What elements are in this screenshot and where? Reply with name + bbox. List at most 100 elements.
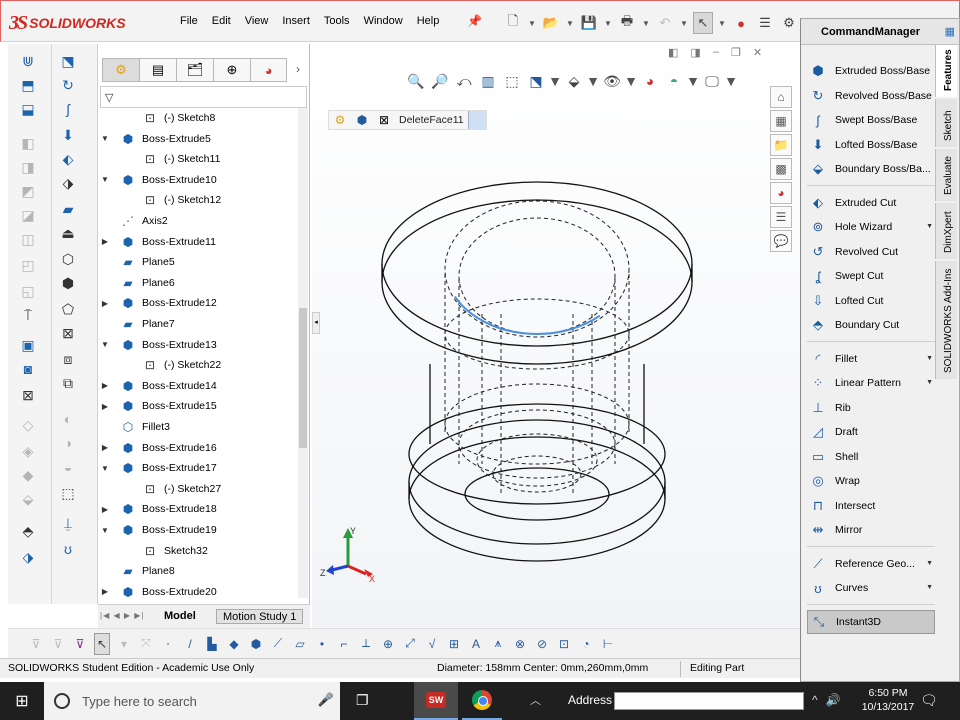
tab-evaluate[interactable]: Evaluate [935,149,957,201]
new-document-icon[interactable]: 🗋 [503,12,523,34]
collapse-arrow-icon[interactable]: ▼ [100,134,110,143]
select-tool-icon[interactable]: ↖ [94,632,110,655]
forming-tool-icon[interactable]: ▣ [18,336,38,354]
volume-icon[interactable]: 🔊 [826,693,841,707]
filter-icon-3[interactable]: ⊽ [72,633,88,655]
taskbar-solidworks-app[interactable]: SW [414,682,458,720]
tab-slot-icon[interactable]: ◙ [18,360,38,378]
command-lofted-boss[interactable]: ⬇ Lofted Boss/Base [807,133,935,158]
no-bends-icon[interactable]: ◇ [18,416,38,434]
revolve-feature-icon[interactable]: ↻ [58,76,78,94]
viewport-next-icon[interactable]: ◨ [690,46,700,59]
sweep-feature-icon[interactable]: ʃ [58,100,78,118]
view-orientation-icon[interactable]: ⬔ [526,70,546,92]
intersect-feature-icon[interactable]: ◑ [58,434,78,452]
tree-item[interactable]: ▼ ⬢ Boss-Extrude19 [98,520,298,540]
command-manager-pin-icon[interactable]: ▦ [945,25,955,38]
toolbar-expand-icon[interactable]: ︿ [530,692,541,708]
menu-tools[interactable]: Tools [317,15,357,27]
tab-dimxpert[interactable]: DimXpert [935,203,957,259]
reference-plane-icon[interactable]: ⍊ [58,514,78,532]
center-mark-filter-icon[interactable]: ⊕ [380,633,396,655]
command-linear-pattern[interactable]: ⁘ Linear Pattern ▼ [807,371,935,396]
expand-arrow-icon[interactable]: ▶ [100,402,110,411]
command-extruded-boss[interactable]: ⬢ Extruded Boss/Base [807,59,935,84]
file-properties-icon[interactable]: ☰ [755,12,775,34]
tree-item[interactable]: ▰ Plane8 [98,561,298,581]
command-wrap[interactable]: ◎ Wrap [807,469,935,494]
undo-dropdown-icon[interactable]: ▼ [679,12,689,34]
open-dropdown-icon[interactable]: ▼ [565,12,575,34]
spot-weld-filter-icon[interactable]: ◔ [578,633,594,655]
command-mirror[interactable]: ⇹ Mirror [807,518,935,543]
tab-motion-study[interactable]: Motion Study 1 [216,609,304,624]
select-cursor-icon[interactable]: ↖ [693,12,713,34]
select-dropdown-icon[interactable]: ▼ [717,12,727,34]
tab-features[interactable]: Features [935,45,957,97]
tree-item[interactable]: ▼ ⬢ Boss-Extrude10 [98,170,298,190]
command-swept-boss[interactable]: ʃ Swept Boss/Base [807,108,935,133]
displaymanager-tab-icon[interactable]: ◕ [250,58,287,82]
section-view-icon[interactable]: ▥ [478,70,498,92]
action-center-icon[interactable]: 🗨 [920,692,938,709]
tree-item[interactable]: ⬡ Fillet3 [98,417,298,437]
select-dropdown-icon-2[interactable]: ▾ [116,633,132,655]
geometric-tolerance-filter-icon[interactable]: ⊞ [446,633,462,655]
menu-window[interactable]: Window [357,15,410,27]
part-breadcrumb-icon[interactable]: ⚙ [329,111,351,129]
command-draft[interactable]: ◿ Draft [807,420,935,445]
lofted-bend-icon[interactable]: ⬘ [18,522,38,540]
tree-item[interactable]: ⊡ (-) Sketch12 [98,190,298,210]
menu-help[interactable]: Help [410,15,447,27]
more-filters-icon[interactable]: ⊢ [600,633,616,655]
menu-view[interactable]: View [238,15,276,27]
loft-feature-icon[interactable]: ⬇ [58,126,78,144]
print-icon[interactable]: 🖶 [617,12,637,34]
collapse-arrow-icon[interactable]: ▼ [100,175,110,184]
dome-feature-icon[interactable]: ⏏ [58,224,78,242]
viewport-prev-icon[interactable]: ◧ [668,46,678,59]
plane-feature-icon[interactable]: ▰ [58,200,78,218]
filter-icon-1[interactable]: ⊽ [28,633,44,655]
file-explorer-icon[interactable]: 📁 [770,134,792,156]
command-boundary-cut[interactable]: ⬘ Boundary Cut [807,313,935,338]
tree-item[interactable]: ⋰ Axis2 [98,211,298,231]
command-dropdown-icon[interactable]: ▼ [926,355,933,362]
selection-filter-icon[interactable]: ⤧ [138,633,154,655]
solidworks-logo[interactable]: 3S SOLIDWORKS [9,10,154,36]
hide-show-items-icon[interactable]: 👁 [602,70,622,92]
tree-item[interactable]: ⊡ (-) Sketch8 [98,108,298,128]
solidworks-resources-icon[interactable]: ⌂ [770,86,792,108]
apply-scene-icon[interactable]: ◓ [664,70,684,92]
edge-filter-icon[interactable]: / [182,633,198,655]
new-dropdown-icon[interactable]: ▼ [527,12,537,34]
command-reference-geometry[interactable]: ⟋ Reference Geo... ▼ [807,552,935,577]
task-view-icon[interactable]: ❐ [356,692,369,709]
cross-break-icon[interactable]: ◫ [18,230,38,248]
edge-flange-icon[interactable]: ⬓ [18,100,38,118]
taskbar-search-box[interactable]: Type here to search 🎤 [44,682,340,720]
sketch-segment-filter-icon[interactable]: ⌐ [336,633,352,655]
surface-filter-icon[interactable]: ◆ [226,633,242,655]
featuremanager-tab-icon[interactable]: ⚙ [102,58,139,82]
tree-item[interactable]: ▼ ⬢ Boss-Extrude17 [98,458,298,478]
hole-feature-icon[interactable]: ⬗ [58,174,78,192]
base-flange-icon[interactable]: ⬒ [18,76,38,94]
command-extruded-cut[interactable]: ⬖ Extruded Cut [807,191,935,216]
tree-scrollbar[interactable] [298,108,308,598]
command-revolved-cut[interactable]: ↺ Revolved Cut [807,240,935,265]
solid-body-filter-icon[interactable]: ⬢ [248,633,264,655]
command-dropdown-icon[interactable]: ▼ [926,379,933,386]
tab-nav-arrows-icon[interactable]: |◀ ◀ ▶ ▶| [100,611,144,620]
apply-scene-dropdown-icon[interactable]: ▼ [686,70,700,92]
menu-edit[interactable]: Edit [205,15,238,27]
save-dropdown-icon[interactable]: ▼ [603,12,613,34]
sketched-bend-icon[interactable]: ◪ [18,206,38,224]
flatten-icon[interactable]: ⊠ [18,386,38,404]
tree-item[interactable]: ▶ ⬢ Boss-Extrude15 [98,396,298,416]
expand-arrow-icon[interactable]: ▶ [100,299,110,308]
command-fillet[interactable]: ◜ Fillet ▼ [807,347,935,372]
tree-item[interactable]: ▶ ⬢ Boss-Extrude12 [98,293,298,313]
dimension-filter-icon[interactable]: ⤢ [402,633,418,655]
curve-feature-icon[interactable]: ʊ [58,540,78,558]
